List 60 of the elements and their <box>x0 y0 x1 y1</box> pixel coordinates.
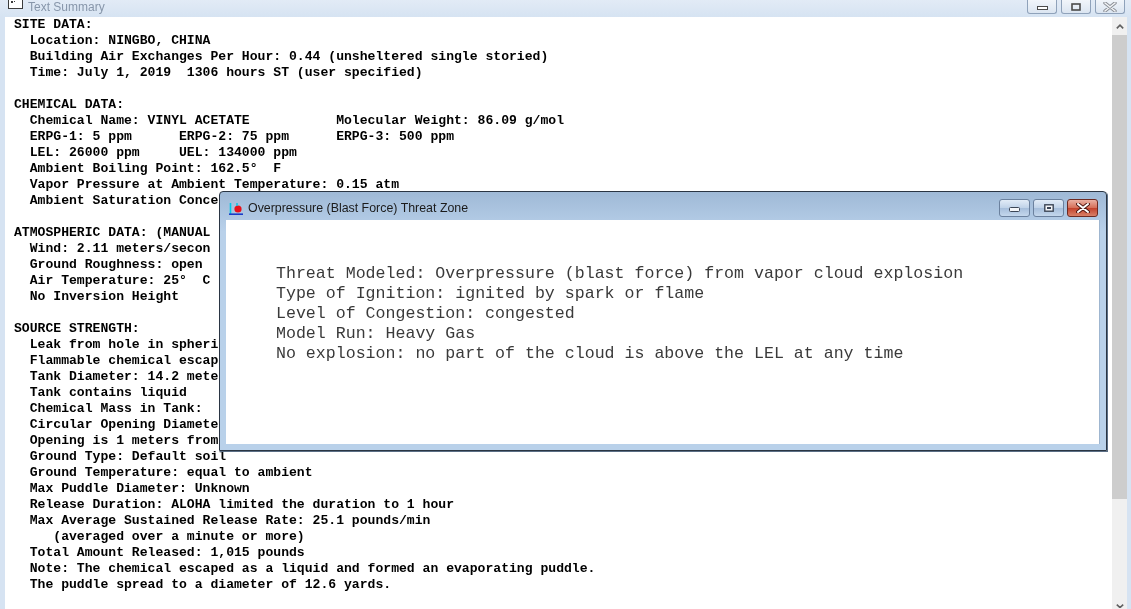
summary-text: Location: NINGBO, CHINA <box>29 33 211 49</box>
summary-text: ERPG-2: 75 ppm <box>179 129 289 145</box>
section-heading: SOURCE STRENGTH: <box>14 321 140 337</box>
close-icon <box>1075 203 1090 213</box>
summary-text: Building Air Exchanges Per Hour: 0.44 (unsheltered single storied) <box>29 49 549 65</box>
summary-text: Chemical Name: VINYL ACETATE <box>29 113 250 129</box>
result-line: Level of Congestion: congested <box>276 304 575 324</box>
section-heading: ATMOSPHERIC DATA: (MANUAL <box>14 225 211 241</box>
summary-text: Time: July 1, 2019 1306 hours ST (user specified) <box>29 65 423 81</box>
minimize-button[interactable] <box>999 199 1030 217</box>
summary-text: Tank Diameter: 14.2 mete <box>29 369 219 385</box>
summary-text: Chemical Mass in Tank: <box>29 401 203 417</box>
summary-text: Wind: 2.11 meters/secon <box>29 241 211 257</box>
scrollbar-thumb[interactable] <box>1112 35 1127 499</box>
document-icon <box>8 0 23 9</box>
summary-text: The puddle spread to a diameter of 12.6 yards. <box>29 577 392 593</box>
minimize-icon <box>1036 5 1048 10</box>
maximize-button[interactable] <box>1061 0 1091 14</box>
summary-text: Note: The chemical escaped as a liquid and formed an evaporating puddle. <box>29 561 596 577</box>
summary-text: Ground Temperature: equal to ambient <box>29 465 313 481</box>
summary-text: Ground Type: Default soil <box>29 449 227 465</box>
window-title: Text Summary <box>28 0 105 14</box>
maximize-icon <box>1071 2 1081 11</box>
close-icon <box>1103 1 1117 12</box>
summary-text: UEL: 134000 ppm <box>179 145 297 161</box>
result-line: Threat Modeled: Overpressure (blast force) from vapor cloud explosion <box>276 264 964 284</box>
summary-text: Release Duration: ALOHA limited the duration to 1 hour <box>29 497 454 513</box>
summary-text: Max Puddle Diameter: Unknown <box>29 481 250 497</box>
summary-text: Molecular Weight: 86.09 g/mol <box>336 113 564 129</box>
maximize-icon <box>1043 204 1054 212</box>
summary-text: (averaged over a minute or more) <box>53 529 305 545</box>
result-line: Type of Ignition: ignited by spark or flame <box>276 284 705 304</box>
summary-text: Air Temperature: 25° C <box>29 273 211 289</box>
section-heading: SITE DATA: <box>14 17 93 33</box>
summary-text: ERPG-3: 500 ppm <box>336 129 455 145</box>
summary-text: LEL: 26000 ppm <box>29 145 140 161</box>
summary-text: ERPG-1: 5 ppm <box>29 129 132 145</box>
dialog-title: Overpressure (Blast Force) Threat Zone <box>248 201 469 216</box>
minimize-icon <box>1009 207 1020 212</box>
summary-text: Ground Roughness: open <box>29 257 203 273</box>
summary-text: Circular Opening Diamete <box>29 417 219 433</box>
minimize-button[interactable] <box>1027 0 1057 14</box>
result-line: No explosion: no part of the cloud is above the LEL at any time <box>276 344 904 364</box>
section-heading: CHEMICAL DATA: <box>14 97 124 113</box>
summary-text: Leak from hole in spheri <box>29 337 219 353</box>
caret-up-icon <box>1115 23 1124 29</box>
caret-down-icon <box>1115 604 1124 608</box>
summary-text: Total Amount Released: 1,015 pounds <box>29 545 305 561</box>
result-line: Model Run: Heavy Gas <box>276 324 476 344</box>
summary-text: Tank contains liquid <box>29 385 187 401</box>
maximize-button[interactable] <box>1033 199 1064 217</box>
chart-icon <box>229 203 243 215</box>
summary-text: No Inversion Height <box>29 289 179 305</box>
summary-text: Vapor Pressure at Ambient Temperature: 0.15 atm <box>29 177 399 193</box>
close-button[interactable] <box>1067 199 1098 217</box>
summary-text: Ambient Boiling Point: 162.5° F <box>29 161 282 177</box>
summary-text: Flammable chemical escap <box>29 353 219 369</box>
summary-text: Opening is 1 meters from <box>29 433 219 449</box>
summary-text: Max Average Sustained Release Rate: 25.1 pounds/min <box>29 513 431 529</box>
summary-text: Ambient Saturation Conce <box>29 193 219 209</box>
